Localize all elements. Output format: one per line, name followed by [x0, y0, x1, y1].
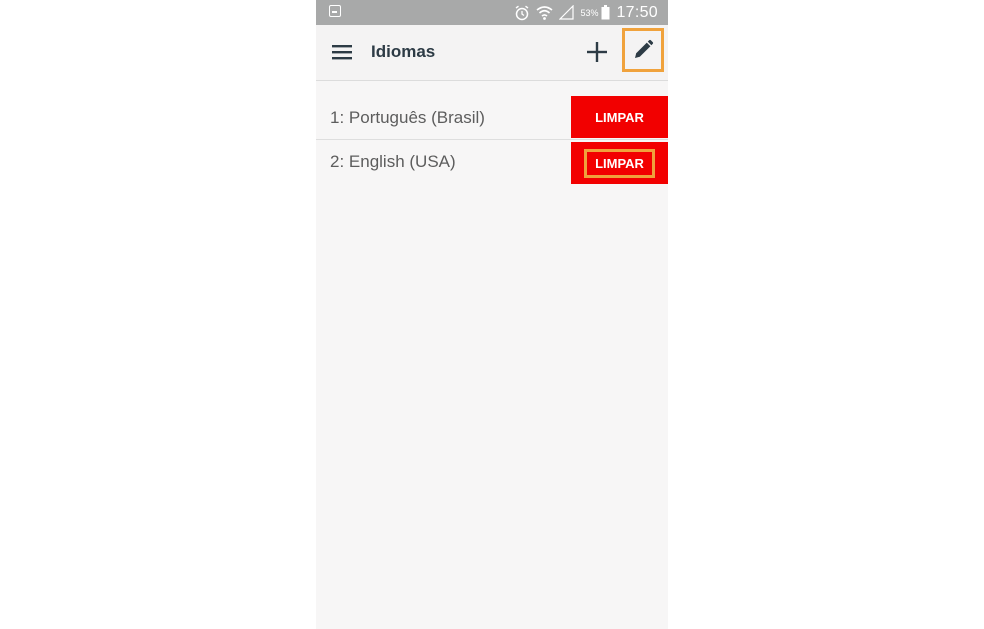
menu-button[interactable] [330, 41, 354, 63]
list-item[interactable]: 1: Português (Brasil) LIMPAR [316, 96, 668, 140]
clear-button[interactable]: LIMPAR [571, 96, 668, 138]
signal-icon [559, 5, 575, 20]
phone-screen: 53% 17:50 Idiomas 1: Português (Brasil) … [316, 0, 668, 629]
pencil-icon [635, 39, 654, 58]
language-label: 2: English (USA) [330, 152, 456, 171]
language-label: 1: Português (Brasil) [330, 108, 485, 127]
list-item[interactable]: 2: English (USA) LIMPAR [316, 140, 668, 186]
add-language-button[interactable] [584, 39, 610, 65]
clear-button-label: LIMPAR [584, 148, 655, 178]
wifi-icon [536, 5, 553, 20]
app-bar: Idiomas [316, 25, 668, 81]
clear-button[interactable]: LIMPAR [571, 142, 668, 184]
battery-percent: 53% [580, 7, 599, 18]
hamburger-menu-icon [332, 45, 352, 60]
notification-icon [329, 5, 341, 17]
language-list: 1: Português (Brasil) LIMPAR 2: English … [316, 96, 668, 186]
clear-button-label: LIMPAR [595, 109, 644, 125]
alarm-icon [516, 5, 529, 20]
status-icons: 53% 17:50 [514, 0, 658, 25]
page-title: Idiomas [371, 42, 436, 61]
plus-icon [587, 42, 607, 62]
edit-button[interactable] [622, 28, 664, 72]
status-bar: 53% 17:50 [316, 0, 668, 25]
battery-icon [601, 5, 610, 20]
clock: 17:50 [616, 3, 658, 21]
